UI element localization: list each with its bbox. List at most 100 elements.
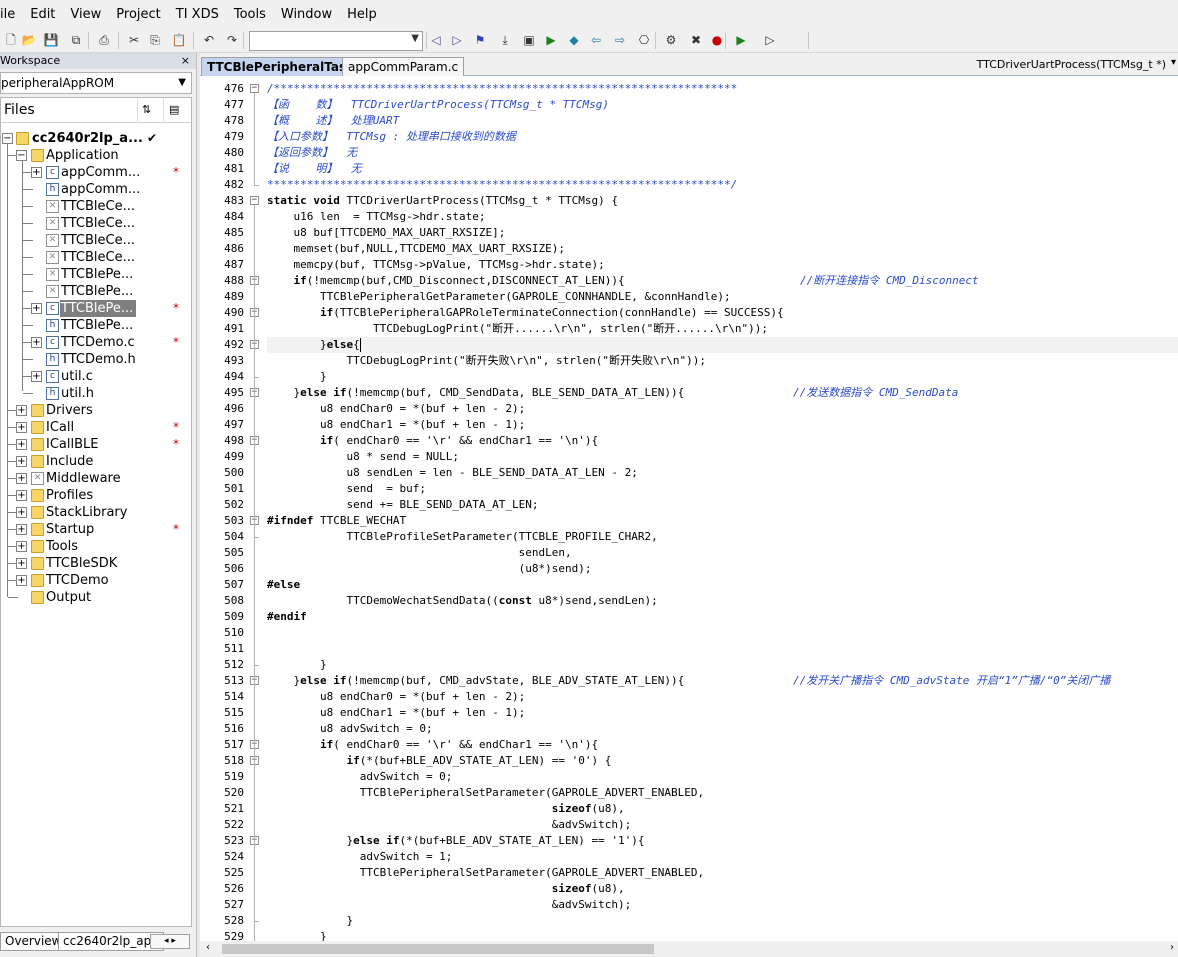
redo-icon[interactable]: ↷ <box>224 32 240 48</box>
code-line[interactable]: send += BLE_SEND_DATA_AT_LEN; <box>267 497 538 513</box>
tree-project-row[interactable]: − cc2640r2lp_a... ✔ <box>1 130 191 147</box>
code-line[interactable]: } <box>267 369 327 385</box>
code-line[interactable]: }else if(*(buf+BLE_ADV_STATE_AT_LEN) == … <box>267 833 644 849</box>
tree-folder-ttcdemo[interactable]: + TTCDemo <box>1 572 191 589</box>
code-line[interactable]: if(TTCBlePeripheralGAPRoleTerminateConne… <box>267 305 784 321</box>
code-line[interactable]: TTCDebugLogPrint("断开失败\r\n", strlen("断开失… <box>267 353 706 369</box>
tree-file-ttcblepe[interactable]: ✕ TTCBlePe... <box>1 283 191 300</box>
code-line[interactable]: (u8*)send); <box>267 561 592 577</box>
code-line[interactable]: sizeof(u8), <box>267 801 625 817</box>
menu-help[interactable]: Help <box>340 7 385 22</box>
save-all-icon[interactable]: ⧉ <box>68 32 84 48</box>
navigate-forward-icon[interactable]: ⇨ <box>612 32 628 48</box>
expand-icon[interactable]: + <box>16 490 27 501</box>
code-line[interactable]: if( endChar0 == '\r' && endChar1 == '\n'… <box>267 433 598 449</box>
code-line[interactable]: static void TTCDriverUartProcess(TTCMsg_… <box>267 193 618 209</box>
copy-icon[interactable]: ⎘ <box>147 32 163 48</box>
code-line[interactable]: memcpy(buf, TTCMsg->pValue, TTCMsg->hdr.… <box>267 257 604 273</box>
tree-file-ttcdemo-h[interactable]: h TTCDemo.h <box>1 351 191 368</box>
chevron-down-icon[interactable]: ▼ <box>178 73 186 93</box>
code-line[interactable]: u8 endChar0 = *(buf + len - 2); <box>267 401 525 417</box>
tree-folder-startup[interactable]: + Startup * <box>1 521 191 538</box>
expand-icon[interactable]: + <box>16 524 27 535</box>
code-line[interactable]: advSwitch = 1; <box>267 849 453 865</box>
tree-file-util-h[interactable]: h util.h <box>1 385 191 402</box>
tree-folder-output[interactable]: Output <box>1 589 191 606</box>
paste-icon[interactable]: 📋 <box>171 32 187 48</box>
menu-ti-xds[interactable]: TI XDS <box>169 7 227 22</box>
tree-folder-stacklibrary[interactable]: + StackLibrary <box>1 504 191 521</box>
expand-icon[interactable]: + <box>31 167 42 178</box>
find-next-icon[interactable]: ▷ <box>449 32 465 48</box>
code-line[interactable]: u8 * send = NULL; <box>267 449 459 465</box>
expand-icon[interactable]: + <box>31 303 42 314</box>
debug-no-download-icon[interactable]: ▷ <box>762 32 778 48</box>
navigate-back-icon[interactable]: ⇦ <box>588 32 604 48</box>
tree-file-ttcblece[interactable]: ✕ TTCBleCe... <box>1 249 191 266</box>
code-line[interactable]: 【说 明】 无 <box>267 161 362 177</box>
code-line[interactable]: } <box>267 657 327 673</box>
code-line[interactable]: TTCBlePeripheralGetParameter(GAPROLE_CON… <box>267 289 731 305</box>
expand-icon[interactable]: + <box>31 337 42 348</box>
tree-folder-icall[interactable]: + ICall * <box>1 419 191 436</box>
code-line[interactable]: if( endChar0 == '\r' && endChar1 == '\n'… <box>267 737 598 753</box>
expand-icon[interactable]: + <box>16 541 27 552</box>
expand-icon[interactable]: + <box>16 507 27 518</box>
options-icon[interactable]: ▤ <box>169 103 179 116</box>
code-line[interactable]: /***************************************… <box>267 81 737 97</box>
code-line[interactable]: 【函 数】 TTCDriverUartProcess(TTCMsg_t * TT… <box>267 97 609 113</box>
tab-scroll-arrows[interactable]: ◂ ▸ <box>150 934 190 949</box>
code-line[interactable]: }else if(!memcmp(buf, CMD_SendData, BLE_… <box>267 385 958 401</box>
code-line[interactable]: TTCDemoWechatSendData((const u8*)send,se… <box>267 593 657 609</box>
horizontal-scrollbar[interactable]: ‹ › <box>200 941 1178 957</box>
expand-icon[interactable]: + <box>16 422 27 433</box>
tree-file-ttcblece[interactable]: ✕ TTCBleCe... <box>1 232 191 249</box>
goto-line-icon[interactable]: ⤓ <box>497 32 513 48</box>
code-line[interactable]: u8 sendLen = len - BLE_SEND_DATA_AT_LEN … <box>267 465 637 481</box>
code-line[interactable]: &advSwitch); <box>267 817 631 833</box>
scrollbar-thumb[interactable] <box>222 944 654 954</box>
function-list[interactable]: TTCDriverUartProcess(TTCMsg_t *) <box>977 57 1166 73</box>
close-icon[interactable]: × <box>181 53 190 69</box>
code-line[interactable]: TTCBlePeripheralSetParameter(GAPROLE_ADV… <box>267 785 704 801</box>
chevron-down-icon[interactable]: ▾ <box>1171 57 1176 68</box>
stop-build-icon[interactable]: ✖ <box>688 32 704 48</box>
tree-folder-application[interactable]: − Application <box>1 147 191 164</box>
code-line[interactable]: ****************************************… <box>267 177 737 193</box>
menu-ile[interactable]: ile <box>0 7 23 22</box>
chevron-down-icon[interactable]: ▼ <box>411 33 419 44</box>
new-file-icon[interactable]: 🗋 <box>3 32 19 48</box>
tree-folder-icallble[interactable]: + ICallBLE * <box>1 436 191 453</box>
code-line[interactable]: u8 buf[TTCDEMO_MAX_UART_RXSIZE]; <box>267 225 505 241</box>
tree-file-appcomm[interactable]: + c appComm... * <box>1 164 191 181</box>
fold-toggle-icon[interactable]: − <box>250 196 259 205</box>
find-combo[interactable]: ▼ <box>249 31 423 51</box>
download-debug-icon[interactable]: ▶ <box>733 32 749 48</box>
code-line[interactable]: TTCDebugLogPrint("断开......\r\n", strlen(… <box>267 321 768 337</box>
compile-icon[interactable]: ⎔ <box>636 32 652 48</box>
collapse-icon[interactable]: − <box>2 133 13 144</box>
code-line[interactable]: } <box>267 913 353 929</box>
code-line[interactable]: TTCBlePeripheralSetParameter(GAPROLE_ADV… <box>267 865 704 881</box>
mark-icon[interactable]: ⚑ <box>472 32 488 48</box>
code-line[interactable]: } <box>267 929 327 941</box>
expand-icon[interactable]: + <box>31 371 42 382</box>
toggle-bookmark-icon[interactable]: ▣ <box>521 32 537 48</box>
fold-toggle-icon[interactable]: − <box>250 84 259 93</box>
code-line[interactable]: sizeof(u8), <box>267 881 625 897</box>
make-icon[interactable]: ⚙ <box>663 32 679 48</box>
code-line[interactable]: send = buf; <box>267 481 425 497</box>
tree-folder-middleware[interactable]: + ✕ Middleware <box>1 470 191 487</box>
checkout-status-icon[interactable]: ⇅ <box>142 103 151 116</box>
tab-appcommparam[interactable]: appCommParam.c <box>342 57 465 76</box>
expand-icon[interactable]: + <box>16 473 27 484</box>
code-line[interactable]: #ifndef TTCBLE_WECHAT <box>267 513 406 529</box>
code-line[interactable]: if(!memcmp(buf,CMD_Disconnect,DISCONNECT… <box>267 273 979 289</box>
code-line[interactable]: u8 endChar1 = *(buf + len - 1); <box>267 417 525 433</box>
code-line[interactable]: 【入口参数】 TTCMsg : 处理串口接收到的数据 <box>267 129 516 145</box>
collapse-icon[interactable]: − <box>16 150 27 161</box>
tree-file-ttcblece[interactable]: ✕ TTCBleCe... <box>1 215 191 232</box>
menu-view[interactable]: View <box>63 7 109 22</box>
tree-folder-tools[interactable]: + Tools <box>1 538 191 555</box>
tree-folder-ttcblesdk[interactable]: + TTCBleSDK <box>1 555 191 572</box>
